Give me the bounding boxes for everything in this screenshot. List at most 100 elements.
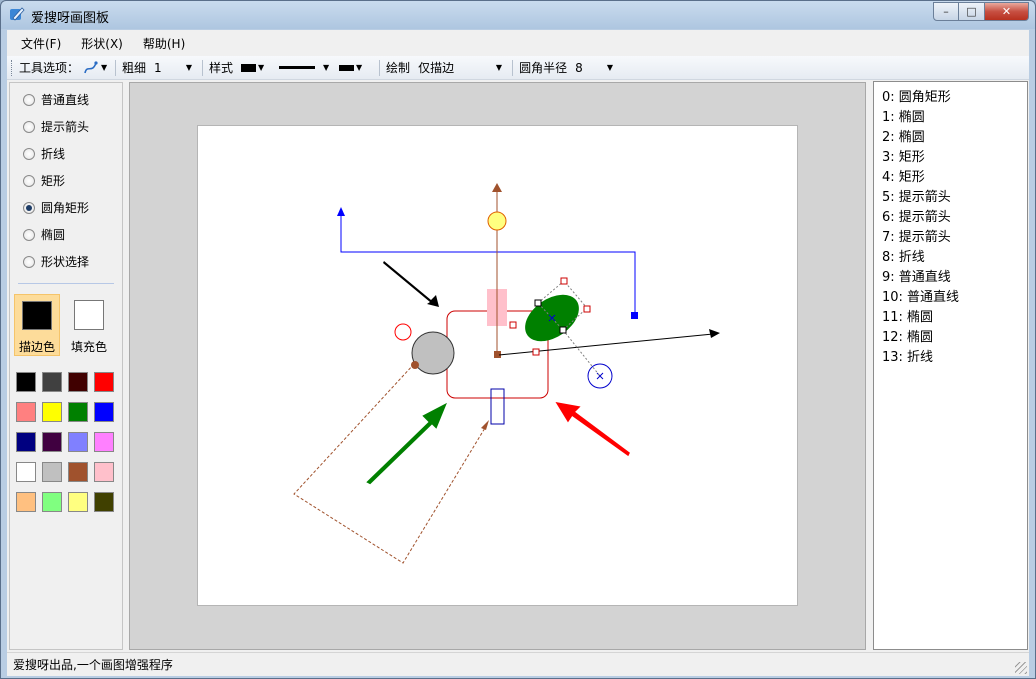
list-item[interactable]: 8: 折线 — [882, 248, 1027, 268]
palette-swatch[interactable] — [94, 462, 114, 482]
drawing-canvas[interactable] — [197, 125, 798, 606]
list-item[interactable]: 3: 矩形 — [882, 148, 1027, 168]
palette-swatch[interactable] — [94, 492, 114, 512]
list-item[interactable]: 11: 椭圆 — [882, 308, 1027, 328]
list-item[interactable]: 9: 普通直线 — [882, 268, 1027, 288]
resize-grip-icon[interactable] — [1015, 662, 1027, 674]
radio-selected-icon — [23, 201, 35, 214]
canvas-drawing[interactable] — [198, 126, 799, 607]
list-item[interactable]: 13: 折线 — [882, 348, 1027, 368]
line-end-dropdown[interactable]: ▼ — [339, 59, 373, 77]
color-palette — [16, 372, 114, 512]
shape-list-panel[interactable]: 0: 圆角矩形 1: 椭圆 2: 椭圆 3: 矩形 4: 矩形 5: 提示箭头 6: 提示箭… — [873, 81, 1028, 650]
tool-hint-arrow[interactable]: 提示箭头 — [10, 113, 122, 140]
palette-swatch[interactable] — [42, 402, 62, 422]
palette-swatch[interactable] — [94, 432, 114, 452]
line-tool-dropdown[interactable]: ▼ — [83, 59, 109, 77]
menu-shape[interactable]: 形状(X) — [71, 32, 133, 55]
list-item[interactable]: 10: 普通直线 — [882, 288, 1027, 308]
menu-file[interactable]: 文件(F) — [11, 32, 71, 55]
palette-swatch[interactable] — [68, 372, 88, 392]
window-title: 爱搜呀画图板 — [31, 11, 110, 26]
palette-swatch[interactable] — [42, 492, 62, 512]
polyline-end-handle[interactable] — [631, 312, 638, 319]
menu-help[interactable]: 帮助(H) — [133, 32, 195, 55]
stroke-color-selector[interactable]: 描边色 — [14, 294, 60, 356]
toolbar-grip[interactable] — [11, 59, 14, 76]
chevron-down-icon: ▼ — [258, 63, 265, 72]
title-bar[interactable]: 爱搜呀画图板 – □ ✕ — [1, 1, 1035, 29]
shape-ellipse-gray[interactable] — [411, 331, 455, 375]
list-item[interactable]: 5: 提示箭头 — [882, 188, 1027, 208]
tool-label: 折线 — [41, 147, 66, 161]
shape-rect-blue[interactable] — [490, 388, 505, 425]
line-arrowhead — [709, 329, 720, 338]
tool-straight-line[interactable]: 普通直线 — [10, 86, 122, 113]
draw-mode-combo[interactable]: 仅描边 ▼ — [414, 59, 506, 77]
palette-swatch[interactable] — [42, 462, 62, 482]
selection-handle[interactable] — [509, 321, 517, 329]
list-item[interactable]: 4: 矩形 — [882, 168, 1027, 188]
palette-swatch[interactable] — [68, 402, 88, 422]
palette-swatch[interactable] — [16, 492, 36, 512]
shape-ellipse-red-outline[interactable] — [394, 323, 412, 341]
palette-swatch[interactable] — [16, 432, 36, 452]
stroke-color-label: 描边色 — [18, 340, 55, 354]
line-style-dropdown[interactable]: ▼ — [279, 59, 335, 77]
selection-handle[interactable] — [583, 305, 591, 313]
thickness-combo[interactable]: 1 ▼ — [150, 59, 196, 77]
palette-swatch[interactable] — [16, 402, 36, 422]
palette-swatch[interactable] — [68, 462, 88, 482]
radius-combo[interactable]: 8 ▼ — [571, 59, 617, 77]
minimize-button[interactable]: – — [933, 2, 959, 21]
style-label: 样式 — [209, 61, 234, 75]
selection-handle[interactable] — [559, 326, 567, 334]
radio-icon — [23, 255, 35, 268]
list-item[interactable]: 7: 提示箭头 — [882, 228, 1027, 248]
thickness-label: 粗细 — [122, 61, 147, 75]
fill-color-label: 填充色 — [70, 340, 107, 354]
fill-style-dropdown[interactable]: ▼ — [241, 59, 273, 77]
maximize-button[interactable]: □ — [959, 2, 985, 21]
palette-swatch[interactable] — [94, 372, 114, 392]
app-icon — [10, 7, 25, 21]
list-item[interactable]: 1: 椭圆 — [882, 108, 1027, 128]
shape-hint-arrow-black[interactable] — [383, 261, 439, 307]
list-item[interactable]: 2: 椭圆 — [882, 128, 1027, 148]
list-item[interactable]: 6: 提示箭头 — [882, 208, 1027, 228]
shape-hint-arrow-green[interactable] — [366, 402, 447, 485]
canvas-area[interactable] — [129, 82, 866, 650]
line-arrowhead — [492, 183, 502, 192]
fill-style-swatch-icon — [241, 63, 257, 72]
tool-rectangle[interactable]: 矩形 — [10, 167, 122, 194]
client-area: 文件(F) 形状(X) 帮助(H) 工具选项： ▼ 粗细 1 ▼ 样式 ▼ ▼ … — [7, 30, 1029, 676]
draw-mode-value: 仅描边 — [418, 61, 455, 75]
tools-label: 工具选项： — [19, 61, 80, 75]
shape-hint-arrow-red[interactable] — [555, 401, 630, 457]
radio-icon — [23, 147, 35, 160]
radio-icon — [23, 93, 35, 106]
palette-swatch[interactable] — [94, 402, 114, 422]
tool-polyline[interactable]: 折线 — [10, 140, 122, 167]
palette-swatch[interactable] — [68, 432, 88, 452]
selection-handle[interactable] — [560, 277, 568, 285]
ellipse-handle[interactable] — [411, 361, 419, 369]
fill-color-selector[interactable]: 填充色 — [66, 294, 112, 356]
tool-rounded-rectangle[interactable]: 圆角矩形 — [10, 194, 122, 221]
tool-shape-select[interactable]: 形状选择 — [10, 248, 122, 275]
palette-swatch[interactable] — [68, 492, 88, 512]
selection-handle[interactable] — [534, 299, 542, 307]
radius-label: 圆角半径 — [519, 61, 568, 75]
tool-label: 椭圆 — [41, 228, 66, 242]
fill-color-swatch — [74, 300, 104, 330]
palette-swatch[interactable] — [16, 372, 36, 392]
selection-handle[interactable] — [532, 348, 540, 356]
palette-swatch[interactable] — [16, 462, 36, 482]
palette-swatch[interactable] — [42, 372, 62, 392]
tool-ellipse[interactable]: 椭圆 — [10, 221, 122, 248]
palette-swatch[interactable] — [42, 432, 62, 452]
shape-ellipse-yellow[interactable] — [487, 211, 507, 231]
list-item[interactable]: 0: 圆角矩形 — [882, 88, 1027, 108]
close-button[interactable]: ✕ — [985, 2, 1029, 21]
list-item[interactable]: 12: 椭圆 — [882, 328, 1027, 348]
